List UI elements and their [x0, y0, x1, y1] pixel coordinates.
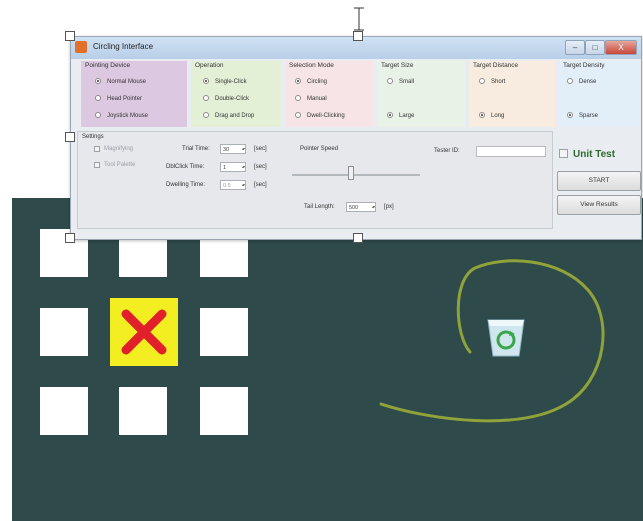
app-icon: [75, 41, 87, 53]
close-button[interactable]: X: [605, 40, 637, 55]
selection-mode-group: Selection Mode Circling Manual Dwell-Cli…: [285, 61, 373, 127]
radio-single-click[interactable]: Single-Click: [203, 78, 247, 85]
trial-time-unit: [sec]: [254, 146, 267, 152]
radio-manual[interactable]: Manual: [295, 95, 327, 102]
window-title: Circling Interface: [93, 42, 154, 51]
text-cursor-icon: [354, 7, 364, 31]
radio-joystick-mouse[interactable]: Joystick Mouse: [95, 112, 148, 119]
tool-palette-label: Tool Palette: [104, 162, 136, 168]
resize-handle-top[interactable]: [353, 31, 363, 41]
tool-palette-checkbox[interactable]: [94, 162, 100, 168]
radio-normal-mouse[interactable]: Normal Mouse: [95, 78, 146, 85]
radio-circling[interactable]: Circling: [295, 78, 327, 85]
radio-head-pointer[interactable]: Head Pointer: [95, 95, 142, 102]
recycle-bin-icon[interactable]: [484, 316, 528, 358]
start-button[interactable]: START: [557, 171, 641, 191]
unit-test-box[interactable]: [559, 149, 568, 158]
target-density-title: Target Density: [563, 62, 605, 69]
radio-small[interactable]: Small: [387, 78, 414, 85]
pointer-speed-slider[interactable]: [348, 166, 354, 180]
dblclick-time-label: DblClick Time:: [166, 164, 205, 170]
maximize-button[interactable]: □: [585, 40, 605, 55]
magnifying-checkbox[interactable]: [94, 146, 100, 152]
settings-group: Settings Magnifying Tool Palette Trial T…: [77, 131, 553, 229]
tail-length-unit: [px]: [384, 204, 394, 210]
resize-handle-left[interactable]: [65, 132, 75, 142]
operation-group: Operation Single-Click Double-Click Drag…: [191, 61, 281, 127]
pointing-device-title: Pointing Device: [85, 62, 131, 69]
radio-sparse[interactable]: Sparse: [567, 112, 598, 119]
view-results-button[interactable]: View Results: [557, 195, 641, 215]
resize-handle-bottom[interactable]: [353, 233, 363, 243]
trial-time-label: Trial Time:: [182, 146, 210, 152]
target-size-group: Target Size Small Large: [377, 61, 465, 127]
target-distance-title: Target Distance: [473, 62, 519, 69]
selection-mode-title: Selection Mode: [289, 62, 334, 69]
unit-test-checkbox[interactable]: Unit Test: [559, 149, 615, 160]
radio-long[interactable]: Long: [479, 112, 504, 119]
unit-test-label: Unit Test: [573, 149, 616, 160]
target-density-group: Target Density Dense Sparse: [559, 61, 639, 127]
trial-time-spinner[interactable]: 30: [220, 144, 246, 154]
pointer-speed-track: [292, 174, 420, 176]
radio-large[interactable]: Large: [387, 112, 414, 119]
radio-dwell-clicking[interactable]: Dwell-Clicking: [295, 112, 345, 119]
dwelling-time-unit: [sec]: [254, 182, 267, 188]
dwelling-time-spinner[interactable]: 0.5: [220, 180, 246, 190]
dblclick-time-unit: [sec]: [254, 164, 267, 170]
radio-short[interactable]: Short: [479, 78, 505, 85]
circling-interface-window: Circling Interface – □ X Pointing Device…: [70, 36, 642, 240]
resize-handle-top-left[interactable]: [65, 31, 75, 41]
dwelling-time-label: Dwelling Time:: [166, 182, 206, 188]
dblclick-time-spinner[interactable]: 1: [220, 162, 246, 172]
radio-double-click[interactable]: Double-Click: [203, 95, 249, 102]
radio-dense[interactable]: Dense: [567, 78, 596, 85]
tester-id-input[interactable]: [476, 146, 546, 157]
settings-title: Settings: [82, 134, 104, 140]
radio-drag-and-drop[interactable]: Drag and Drop: [203, 112, 254, 119]
pointing-device-group: Pointing Device Normal Mouse Head Pointe…: [81, 61, 187, 127]
pointer-speed-label: Pointer Speed: [300, 146, 339, 152]
tail-length-label: Tail Length:: [304, 204, 335, 210]
magnifying-label: Magnifying: [104, 146, 134, 152]
target-distance-group: Target Distance Short Long: [469, 61, 555, 127]
resize-handle-bottom-left[interactable]: [65, 233, 75, 243]
target-size-title: Target Size: [381, 62, 414, 69]
minimize-button[interactable]: –: [565, 40, 585, 55]
tail-length-spinner[interactable]: 500: [346, 202, 376, 212]
tester-id-label: Tester ID:: [434, 148, 460, 154]
operation-title: Operation: [195, 62, 224, 69]
